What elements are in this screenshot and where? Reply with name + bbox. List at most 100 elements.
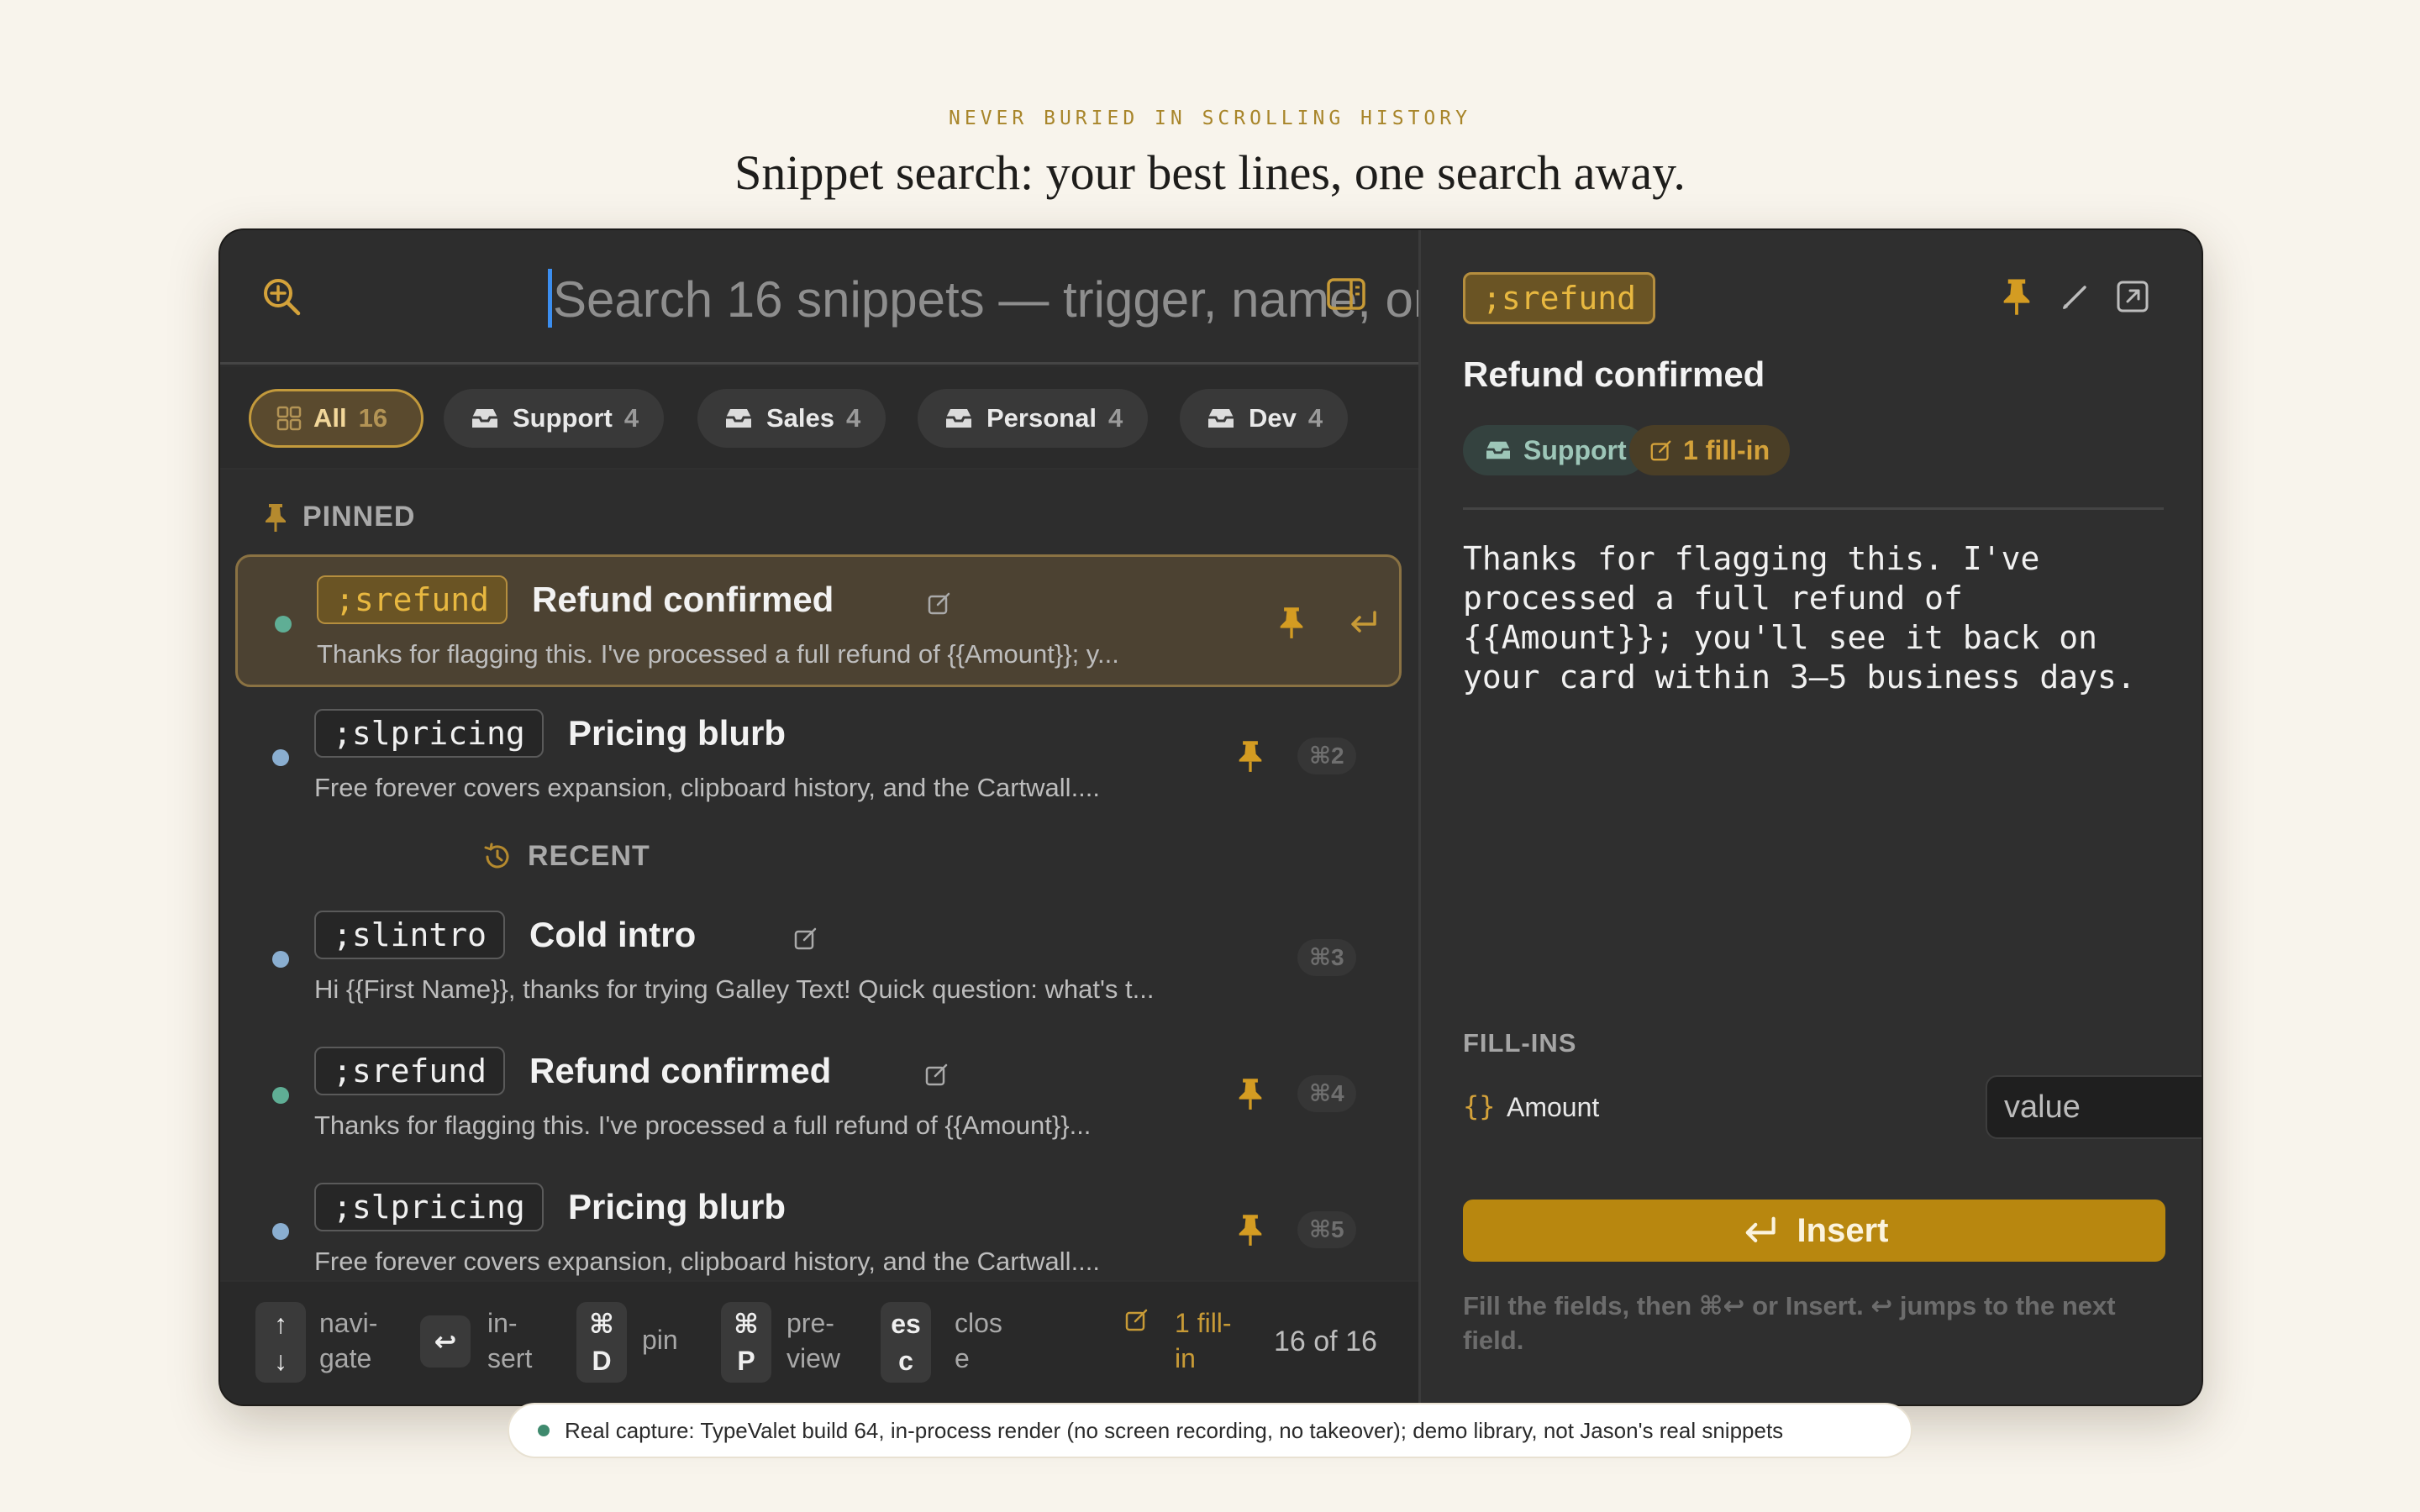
snippet-preview: Hi {{First Name}}, thanks for trying Gal… xyxy=(314,974,1155,1004)
group-tag-label: Support xyxy=(1523,434,1627,465)
edit-pencil-icon[interactable] xyxy=(2056,277,2095,316)
fill-in-icon xyxy=(1650,440,1671,461)
key-navigate: ↑ ↓ xyxy=(255,1302,306,1383)
trigger-badge: ;srefund xyxy=(314,1047,506,1095)
key-up-arrow: ↑ xyxy=(274,1309,287,1339)
pin-icon[interactable] xyxy=(1997,277,2036,316)
caption-text: Real capture: TypeValet build 64, in-pro… xyxy=(565,1417,1784,1443)
snippet-row[interactable]: ;slpricing Pricing blurb Free forever co… xyxy=(235,690,1402,823)
pin-icon[interactable] xyxy=(1276,606,1307,639)
chip-label: Dev xyxy=(1249,403,1297,433)
group-dot xyxy=(272,1087,289,1104)
amount-field[interactable] xyxy=(1986,1075,2202,1139)
chip-support[interactable]: Support 4 xyxy=(444,389,665,448)
pin-icon[interactable] xyxy=(1235,1213,1265,1247)
shortcut-badge: ⌘2 xyxy=(1297,738,1356,774)
hint-text: e xyxy=(955,1343,970,1373)
tray-icon xyxy=(1486,441,1510,459)
trigger-badge: ;srefund xyxy=(317,575,508,624)
shortcut-badge: ⌘4 xyxy=(1297,1075,1356,1112)
fill-in-tag-label: 1 fill-in xyxy=(1683,434,1770,465)
search-input[interactable] xyxy=(553,264,1519,334)
capture-caption: Real capture: TypeValet build 64, in-pro… xyxy=(508,1403,1912,1458)
group-tag: Support xyxy=(1463,425,1647,475)
group-dot xyxy=(272,1223,289,1240)
snippet-title: Refund confirmed xyxy=(529,1051,832,1090)
chip-label: Support xyxy=(513,403,613,433)
search-bar xyxy=(220,230,1519,365)
snippet-row[interactable]: ;srefund Refund confirmed Thanks for fla… xyxy=(235,1028,1402,1161)
fill-in-tag: 1 fill-in xyxy=(1629,425,1791,475)
snippet-row[interactable]: ;slpricing Pricing blurb Free forever co… xyxy=(235,1164,1402,1297)
hint-text: view xyxy=(786,1343,841,1373)
hint-text: in- xyxy=(487,1308,518,1338)
pin-icon[interactable] xyxy=(1235,1077,1265,1110)
hint-close: clos e xyxy=(955,1305,1030,1376)
key-preview: ⌘ P xyxy=(721,1302,771,1383)
snippet-preview: Thanks for flagging this. I've processed… xyxy=(314,1110,1092,1140)
divider xyxy=(1463,507,2164,510)
hint-text: navi- xyxy=(319,1308,378,1338)
group-dot xyxy=(272,951,289,968)
key-pin: ⌘ D xyxy=(576,1302,627,1383)
chip-count: 4 xyxy=(623,403,639,433)
key-close: es c xyxy=(881,1302,931,1383)
chip-label: Personal xyxy=(986,403,1097,433)
detail-pane: ;srefund Refund confirmed Support 1 fill… xyxy=(1421,230,2202,1404)
group-dot xyxy=(272,749,289,766)
snippet-body: Thanks for flagging this. I've processed… xyxy=(1463,540,2136,696)
insert-button[interactable]: Insert xyxy=(1463,1200,2165,1262)
snippet-title: Cold intro xyxy=(529,915,697,954)
section-recent: RECENT xyxy=(482,840,650,873)
hint-text: pre- xyxy=(786,1308,834,1338)
hint-text: sert xyxy=(487,1343,533,1373)
hint-navigate: navi- gate xyxy=(319,1305,395,1376)
snippet-title: Pricing blurb xyxy=(568,1187,786,1226)
page-title: Snippet search: your best lines, one sea… xyxy=(734,145,1686,200)
open-external-icon[interactable] xyxy=(2113,277,2152,316)
snippet-row[interactable]: ;slintro Cold intro Hi {{First Name}}, t… xyxy=(235,892,1402,1025)
preview-panel-toggle-icon[interactable] xyxy=(1326,277,1366,311)
history-icon xyxy=(484,843,509,868)
field-label-amount: Amount xyxy=(1507,1092,1600,1122)
snippet-title: Pricing blurb xyxy=(568,713,786,753)
fill-in-icon xyxy=(928,592,950,615)
tray-icon xyxy=(946,409,971,428)
tray-icon xyxy=(726,409,751,428)
fill-in-icon xyxy=(794,927,817,950)
eyebrow: NEVER BURIED IN SCROLLING HISTORY xyxy=(949,108,1471,129)
key-d: D xyxy=(592,1346,612,1376)
snippet-title: Refund confirmed xyxy=(1463,354,1765,394)
pin-icon xyxy=(266,503,286,532)
trigger-badge: ;slintro xyxy=(314,911,506,959)
chip-label: All xyxy=(313,403,347,433)
section-label: RECENT xyxy=(528,840,650,872)
pin-icon[interactable] xyxy=(1235,739,1265,773)
shortcut-badge: ⌘3 xyxy=(1297,939,1356,976)
hint-text: gate xyxy=(319,1343,372,1373)
chip-all[interactable]: All 16 xyxy=(249,389,424,448)
return-icon xyxy=(1745,1216,1776,1242)
chip-personal[interactable]: Personal 4 xyxy=(918,389,1149,448)
chip-count: 4 xyxy=(1107,403,1123,433)
group-dot xyxy=(275,616,292,633)
status-dot xyxy=(538,1425,550,1436)
snippet-preview: Thanks for flagging this. I've processed… xyxy=(317,639,1119,669)
snippet-search-window: All 16 Support 4 Sales 4 xyxy=(220,230,2202,1404)
tray-icon xyxy=(472,409,497,428)
braces-icon: {} xyxy=(1463,1090,1496,1122)
hint-text: in xyxy=(1175,1343,1196,1373)
snippet-preview: Free forever covers expansion, clipboard… xyxy=(314,1247,1101,1276)
insert-help-text: Fill the fields, then ⌘↩ or Insert. ↩ ju… xyxy=(1463,1291,2116,1355)
key-p: P xyxy=(737,1346,755,1376)
chip-sales[interactable]: Sales 4 xyxy=(697,389,886,448)
section-pinned: PINNED xyxy=(264,501,415,533)
chip-dev[interactable]: Dev 4 xyxy=(1180,389,1349,448)
snippet-title: Refund confirmed xyxy=(532,580,834,619)
fill-in-count: 1 fill- in xyxy=(1175,1305,1259,1376)
snippet-row[interactable]: ;srefund Refund confirmed Thanks for fla… xyxy=(235,554,1402,687)
search-icon xyxy=(264,279,301,316)
chip-count: 16 xyxy=(358,403,388,433)
fill-ins-heading: FILL-INS xyxy=(1463,1028,1577,1058)
trigger-badge: ;srefund xyxy=(1463,272,1656,324)
